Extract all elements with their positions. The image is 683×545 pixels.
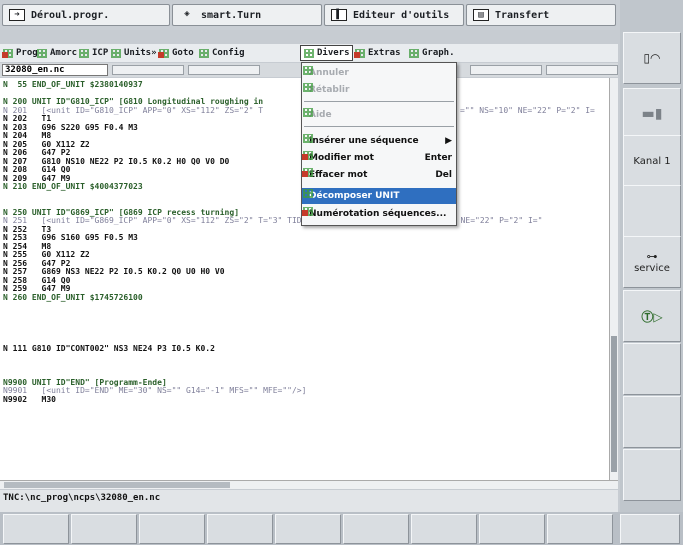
horizontal-scrollbar[interactable] [0, 480, 618, 489]
softkey-bottom-5[interactable] [275, 514, 341, 544]
softkey-bottom-8[interactable] [479, 514, 545, 544]
grid-icon [110, 48, 122, 59]
wrench-icon: ⊶ [646, 250, 658, 263]
code-line-tail: ="" NS="10" NE="22" P="2" I= [460, 105, 595, 115]
menu-bar: Prog Amorc ICP Units» Goto Config Divers… [0, 44, 618, 62]
softkey-service[interactable]: ⊶ service [623, 236, 681, 288]
scroll-thumb[interactable] [611, 336, 617, 472]
grid-icon [78, 48, 90, 59]
code-line[interactable]: N 260 END_OF_UNIT $1745726100 [3, 293, 143, 303]
tnc-logo-icon: Ⓣ▷ [641, 309, 663, 324]
menu-item-delete-word[interactable]: Effacer mot Del [302, 167, 456, 183]
grid-icon [198, 48, 210, 59]
tab-tool-editor[interactable]: ▌ Editeur d'outils [324, 4, 464, 26]
menu-icp[interactable]: ICP [78, 46, 108, 60]
file-tab[interactable]: 32080_en.nc [2, 64, 108, 76]
grid-icon [303, 48, 315, 59]
arrow-right-icon: ➜ [9, 9, 25, 21]
softkey-bottom-4[interactable] [207, 514, 273, 544]
grid-icon [354, 48, 366, 59]
softkey-bottom-3[interactable] [139, 514, 205, 544]
softkey-page[interactable]: ▯◠ [623, 32, 681, 84]
code-line[interactable]: N 251 [<unit ID="G869_ICP" APP="0" XS="1… [3, 216, 542, 226]
diamond-arrow-icon: ◈ [184, 9, 190, 19]
softkey-empty-7[interactable] [623, 343, 681, 395]
softkey-tnc[interactable]: Ⓣ▷ [623, 290, 681, 342]
softkey-bottom-10[interactable] [620, 514, 680, 544]
horizontal-softkey-bar [0, 512, 683, 545]
softkey-machine[interactable]: ▬▮ [623, 88, 681, 140]
menu-item-help[interactable]: Aide [302, 107, 456, 123]
machine-icon: ▬▮ [641, 106, 663, 122]
menu-extras[interactable]: Extras [354, 46, 401, 60]
softkey-bottom-2[interactable] [71, 514, 137, 544]
file-tab-placeholder [112, 65, 184, 75]
grid-icon [408, 48, 420, 59]
transfer-icon: ▤ [473, 9, 489, 21]
tab-bar: ➜ Déroul.progr. ◈ smart.Turn ▌ Editeur d… [0, 0, 620, 30]
code-line[interactable]: N 210 END_OF_UNIT $4004377023 [3, 182, 143, 192]
softkey-channel[interactable]: Kanal 1 [623, 135, 681, 187]
menu-goto[interactable]: Goto [158, 46, 194, 60]
menu-item-insert-sequence[interactable]: Insérer une séquence ▶ [302, 133, 456, 149]
tab-label: Transfert [495, 9, 550, 21]
softkey-bottom-6[interactable] [343, 514, 409, 544]
page-icon: ▯◠ [643, 51, 661, 65]
tab-transfer[interactable]: ▤ Transfert [466, 4, 616, 26]
softkey-bottom-9[interactable] [547, 514, 613, 544]
menu-item-undo[interactable]: Annuler [302, 65, 456, 81]
tab-program-run[interactable]: ➜ Déroul.progr. [2, 4, 170, 26]
menu-item-modify-word[interactable]: Modifier mot Enter [302, 150, 456, 166]
scroll-thumb[interactable] [4, 482, 230, 488]
menu-item-decompose-unit[interactable]: Décomposer UNIT [302, 188, 456, 204]
softkey-empty-8[interactable] [623, 396, 681, 448]
softkey-bottom-1[interactable] [3, 514, 69, 544]
vertical-scrollbar[interactable] [609, 78, 618, 480]
grid-icon [36, 48, 48, 59]
softkey-bottom-7[interactable] [411, 514, 477, 544]
tab-label: Editeur d'outils [353, 9, 450, 21]
tab-label: Déroul.progr. [31, 9, 110, 21]
code-line[interactable]: N 55 END_OF_UNIT $2380140937 [3, 80, 143, 90]
menu-amorc[interactable]: Amorc [36, 46, 77, 60]
file-tab-placeholder [470, 65, 542, 75]
grid-icon [158, 48, 170, 59]
menu-separator [304, 126, 454, 127]
menu-divers[interactable]: Divers [300, 45, 353, 61]
vertical-softkey-bar: ▯◠ ▬▮ Kanal 1 ⊶ service Ⓣ▷ [620, 0, 683, 512]
menu-graph[interactable]: Graph. [408, 46, 455, 60]
menu-item-renumber-sequences[interactable]: Numérotation séquences... [302, 206, 456, 222]
softkey-empty-4[interactable] [623, 185, 681, 237]
code-line[interactable]: N9902 M30 [3, 395, 56, 405]
file-path-status: TNC:\nc_prog\ncps\32080_en.nc [0, 490, 618, 512]
menu-prog[interactable]: Prog [2, 46, 38, 60]
code-line[interactable]: N 111 G810 ID"CONT002" NS3 NE24 P3 I0.5 … [3, 344, 215, 354]
softkey-empty-9[interactable] [623, 449, 681, 501]
tab-label: smart.Turn [201, 9, 262, 21]
divers-dropdown-menu: Annuler Rétablir Aide Insérer une séquen… [301, 62, 457, 226]
tab-smart-turn[interactable]: ◈ smart.Turn [172, 4, 322, 26]
menu-item-redo[interactable]: Rétablir [302, 82, 456, 98]
file-tab-placeholder [188, 65, 260, 75]
tool-editor-icon: ▌ [331, 9, 347, 21]
grid-icon [2, 48, 14, 59]
menu-units[interactable]: Units» [110, 46, 157, 60]
menu-separator [304, 101, 454, 102]
menu-config[interactable]: Config [198, 46, 245, 60]
submenu-arrow-icon: ▶ [445, 136, 452, 146]
file-tab-placeholder [546, 65, 618, 75]
